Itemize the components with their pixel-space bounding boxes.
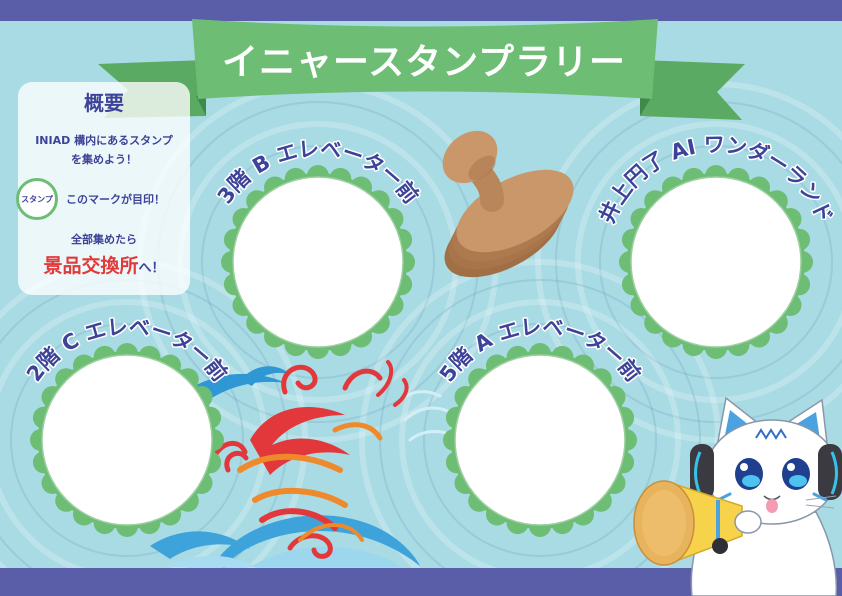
overview-line-3: 全部集めたら [71,233,137,246]
stamp-area [41,354,213,526]
prize-suffix: へ！ [138,261,165,276]
megaphone-bell-inner [642,490,686,556]
cat-right-eye-sparkle [787,463,795,471]
prize-line: 景品交換所へ！ [18,252,190,283]
stamp-mark-label: スタンプ [21,194,53,204]
stamp-area [454,354,626,526]
right-headphone-cup [818,444,842,500]
stamp-area [232,176,404,348]
page-title: イニャースタンプラリー [222,42,626,83]
stamp-area [630,176,802,348]
cat-paw [734,510,762,534]
overview-line-2: を集めよう！ [71,153,137,166]
prize-place: 景品交換所 [43,255,139,277]
stamp-rally-card: イニャースタンプラリー 3階 B エレベーター前 井上円了 AI ワンダーランド… [0,0,842,596]
cat-tongue [766,499,778,513]
stamp-mark-caption: このマークが目印！ [66,193,165,206]
cat-right-eye-shine [789,475,807,487]
overview-panel: 概要 INIAD 構内にあるスタンプ を集めよう！ スタンプ このマークが目印！… [16,82,190,295]
top-band [0,0,842,21]
overview-line-1: INIAD 構内にあるスタンプ [35,134,173,147]
stamp-mark-icon: スタンプ [16,178,58,220]
megaphone-grip [712,538,728,554]
overview-heading: 概要 [84,91,124,115]
cat-left-eye-sparkle [740,463,748,471]
cat-left-eye-shine [742,475,760,487]
